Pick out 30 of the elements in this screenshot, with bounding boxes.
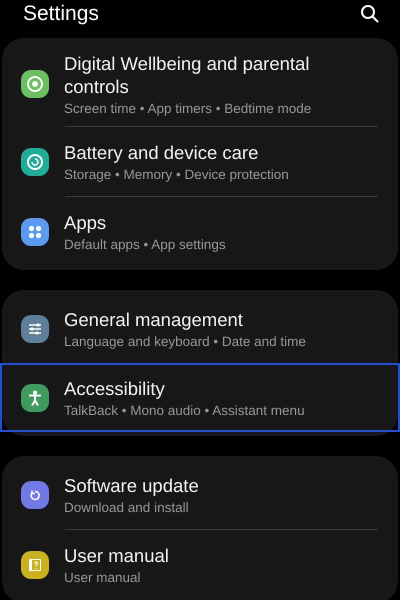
settings-item[interactable]: Battery and device care Storage • Memory • Device protection (0, 127, 400, 196)
item-title: Accessibility (64, 377, 166, 400)
settings-item[interactable]: Software update Download and install (0, 460, 400, 529)
item-title: Apps (64, 211, 108, 234)
search-icon[interactable] (360, 4, 380, 24)
wellbeing-icon (21, 70, 49, 98)
item-subtitle: TalkBack • Mono audio • Assistant menu (64, 403, 306, 418)
accessibility-icon (21, 384, 49, 412)
settings-item[interactable]: Apps Default apps • App settings (0, 197, 400, 266)
page-title: Settings (23, 2, 99, 26)
item-title: User manual (64, 544, 170, 567)
settings-item[interactable]: Digital Wellbeing and parental controls Screen time • App timers • Bedtime mode (0, 42, 400, 126)
general-icon (21, 314, 49, 342)
update-icon (21, 480, 49, 508)
item-title: Digital Wellbeing and parental controls (64, 52, 310, 98)
item-title: General management (64, 308, 244, 331)
item-subtitle: Storage • Memory • Device protection (64, 167, 290, 182)
settings-item[interactable]: Accessibility TalkBack • Mono audio • Assistant menu (0, 363, 400, 432)
item-subtitle: Language and keyboard • Date and time (64, 334, 307, 349)
settings-item[interactable]: General management Language and keyboard • Date and time (0, 294, 400, 363)
item-subtitle: Screen time • App timers • Bedtime mode (64, 101, 312, 116)
item-subtitle: Download and install (64, 500, 190, 515)
item-title: Battery and device care (64, 141, 260, 164)
settings-item[interactable]: User manual User manual (0, 530, 400, 599)
apps-icon (21, 218, 49, 246)
manual-icon (21, 550, 49, 578)
item-subtitle: Default apps • App settings (64, 237, 227, 252)
item-subtitle: User manual (64, 570, 142, 585)
battery-icon (21, 148, 49, 176)
item-title: Software update (64, 474, 200, 497)
